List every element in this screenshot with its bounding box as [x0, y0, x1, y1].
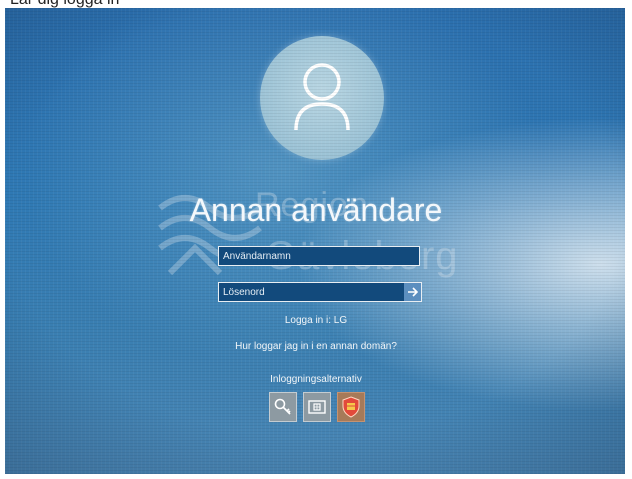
user-icon: [294, 63, 350, 131]
other-domain-help-link[interactable]: Hur loggar jag in i en annan domän?: [0, 341, 632, 352]
key-icon: [274, 398, 291, 415]
password-field-box[interactable]: [218, 282, 412, 302]
bottom-strip: [0, 474, 632, 479]
username-input[interactable]: [219, 247, 419, 265]
smart-card-icon: [308, 400, 326, 414]
signin-options-bar: [269, 392, 365, 424]
user-avatar: [260, 36, 384, 160]
signin-options-label: Inloggningsalternativ: [270, 374, 362, 385]
signin-domain-text: Logga in i: LG: [284, 315, 348, 326]
shield-option-button[interactable]: [337, 392, 365, 422]
shield-icon: [342, 396, 360, 418]
smart-card-option-button[interactable]: [303, 392, 331, 422]
username-field-box[interactable]: [218, 246, 420, 266]
submit-button[interactable]: [404, 282, 422, 302]
key-option-button[interactable]: [269, 392, 297, 422]
user-name: Annan användare: [189, 192, 443, 228]
password-input[interactable]: [219, 283, 411, 301]
arrow-right-icon: [407, 287, 418, 297]
